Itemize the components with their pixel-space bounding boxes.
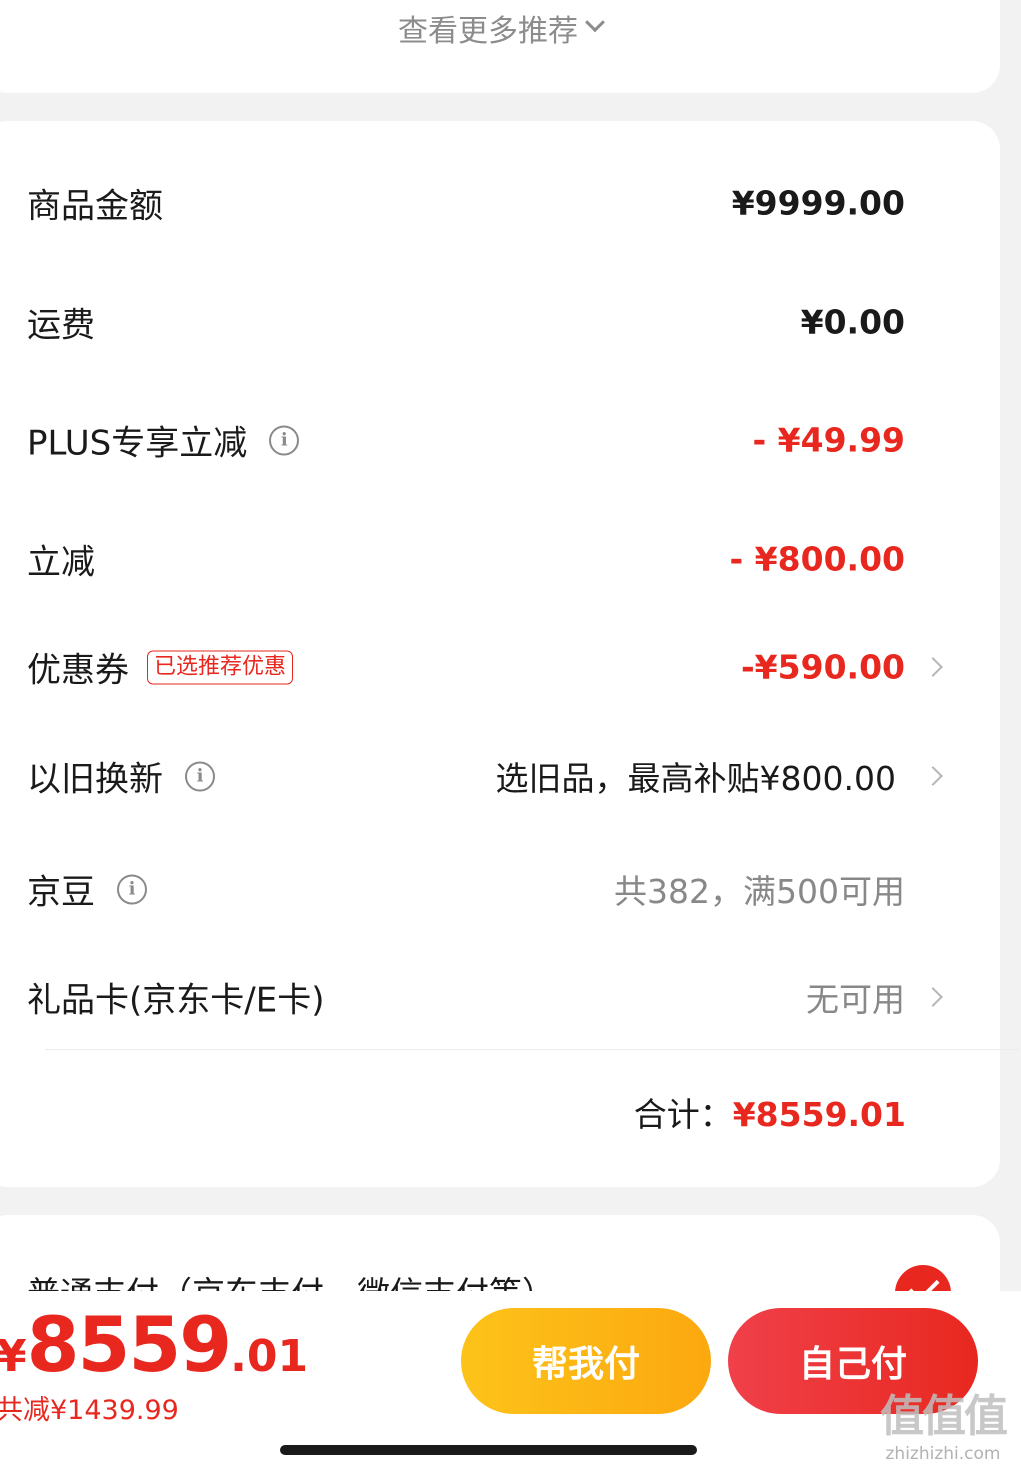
jd-beans-label-group: 京豆 i: [27, 865, 147, 914]
divider: [45, 1049, 1020, 1050]
watermark-url: zhizhizhi.com: [885, 1444, 1001, 1464]
price-integer: 8559: [26, 1300, 233, 1389]
watermark: 值值值 zhizhizhi.com: [868, 1380, 1018, 1464]
order-total: 合计：¥8559.01: [634, 1088, 906, 1136]
jd-beans-label: 京豆: [27, 872, 95, 913]
plus-discount-value: - ¥49.99: [752, 420, 905, 460]
row-trade-in[interactable]: 以旧换新 i 选旧品，最高补贴¥800.00: [20, 746, 1000, 806]
currency-symbol: ¥: [0, 1331, 27, 1382]
total-saved: 共减¥1439.99: [0, 1395, 179, 1426]
shipping-value: ¥0.00: [800, 302, 905, 342]
trade-in-value: 选旧品，最高补贴¥800.00: [495, 759, 896, 798]
info-icon[interactable]: i: [269, 425, 300, 455]
shipping-label: 运费: [27, 305, 95, 346]
more-recommendations-label: 查看更多推荐: [398, 14, 578, 49]
chevron-right-icon: [923, 657, 943, 677]
goods-amount-value: ¥9999.00: [731, 183, 905, 223]
home-indicator[interactable]: [280, 1445, 697, 1455]
gift-card-label: 礼品卡(京东卡/E卡): [27, 980, 325, 1021]
price-decimal: .01: [230, 1331, 309, 1382]
row-shipping: 运费 ¥0.00: [20, 292, 1000, 352]
jd-beans-value: 共382，满500可用: [614, 872, 905, 911]
instant-discount-value: - ¥800.00: [729, 539, 906, 579]
watermark-logo: 值值值: [880, 1391, 1008, 1442]
info-icon[interactable]: i: [117, 874, 147, 904]
total-label: 合计：: [633, 1095, 733, 1134]
row-plus-discount: PLUS专享立减 i - ¥49.99: [20, 410, 1000, 470]
coupon-value: -¥590.00: [740, 647, 905, 687]
instant-discount-label: 立减: [27, 542, 95, 583]
row-goods-amount: 商品金额 ¥9999.00: [20, 173, 1000, 233]
coupon-label-group: 优惠券 已选推荐优惠: [27, 643, 294, 692]
plus-discount-label: PLUS专享立减: [27, 423, 248, 464]
gift-card-value: 无可用: [806, 980, 905, 1019]
info-icon[interactable]: i: [185, 761, 215, 791]
trade-in-label: 以旧换新: [27, 759, 163, 800]
checkout-page: 查看更多推荐 商品金额 ¥9999.00 运费 ¥0.00 PLUS专享立减 i…: [0, 0, 1021, 1466]
plus-discount-label-group: PLUS专享立减 i: [27, 416, 300, 465]
row-gift-card[interactable]: 礼品卡(京东卡/E卡) 无可用: [20, 967, 1000, 1027]
chevron-right-icon: [923, 987, 943, 1007]
total-amount: ¥8559.01: [732, 1095, 906, 1134]
final-price: ¥8559.01: [0, 1300, 308, 1389]
chevron-right-icon: [923, 766, 943, 786]
chevron-down-icon: [585, 12, 605, 33]
goods-amount-label: 商品金额: [27, 186, 163, 227]
row-jd-beans: 京豆 i 共382，满500可用: [20, 859, 1000, 919]
more-recommendations-link[interactable]: 查看更多推荐: [0, 8, 1000, 49]
coupon-label: 优惠券: [27, 650, 129, 691]
help-me-pay-button[interactable]: 帮我付: [461, 1308, 711, 1414]
trade-in-label-group: 以旧换新 i: [27, 752, 215, 801]
row-coupon[interactable]: 优惠券 已选推荐优惠 -¥590.00: [20, 637, 1000, 697]
recommendation-card: 查看更多推荐: [0, 0, 1000, 93]
recommended-coupon-tag: 已选推荐优惠: [147, 650, 294, 684]
row-instant-discount: 立减 - ¥800.00: [20, 529, 1000, 589]
